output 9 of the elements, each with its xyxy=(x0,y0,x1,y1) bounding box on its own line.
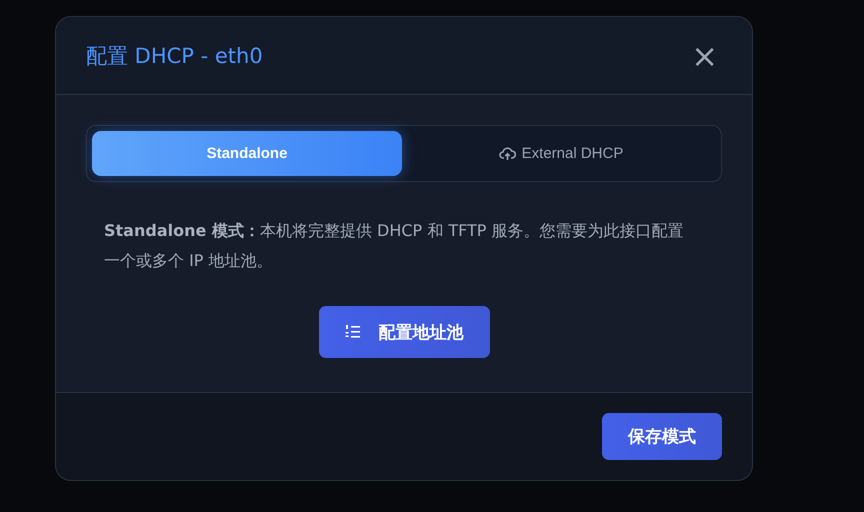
numbered-list-icon xyxy=(344,324,360,340)
mode-tab[interactable]: Standalone xyxy=(92,131,402,176)
close-button[interactable]: × xyxy=(687,40,722,72)
configure-pool-button[interactable]: 配置地址池 xyxy=(318,306,490,358)
dialog-title: 配置 DHCP - eth0 xyxy=(86,42,263,70)
save-mode-button[interactable]: 保存模式 xyxy=(602,413,722,460)
cloud-upload-icon xyxy=(498,146,516,160)
mode-tab[interactable]: External DHCP xyxy=(406,131,716,176)
mode-description: Standalone 模式：本机将完整提供 DHCP 和 TFTP 服务。您需要为此接口配置一个或多个 IP 地址池。 xyxy=(104,220,685,272)
